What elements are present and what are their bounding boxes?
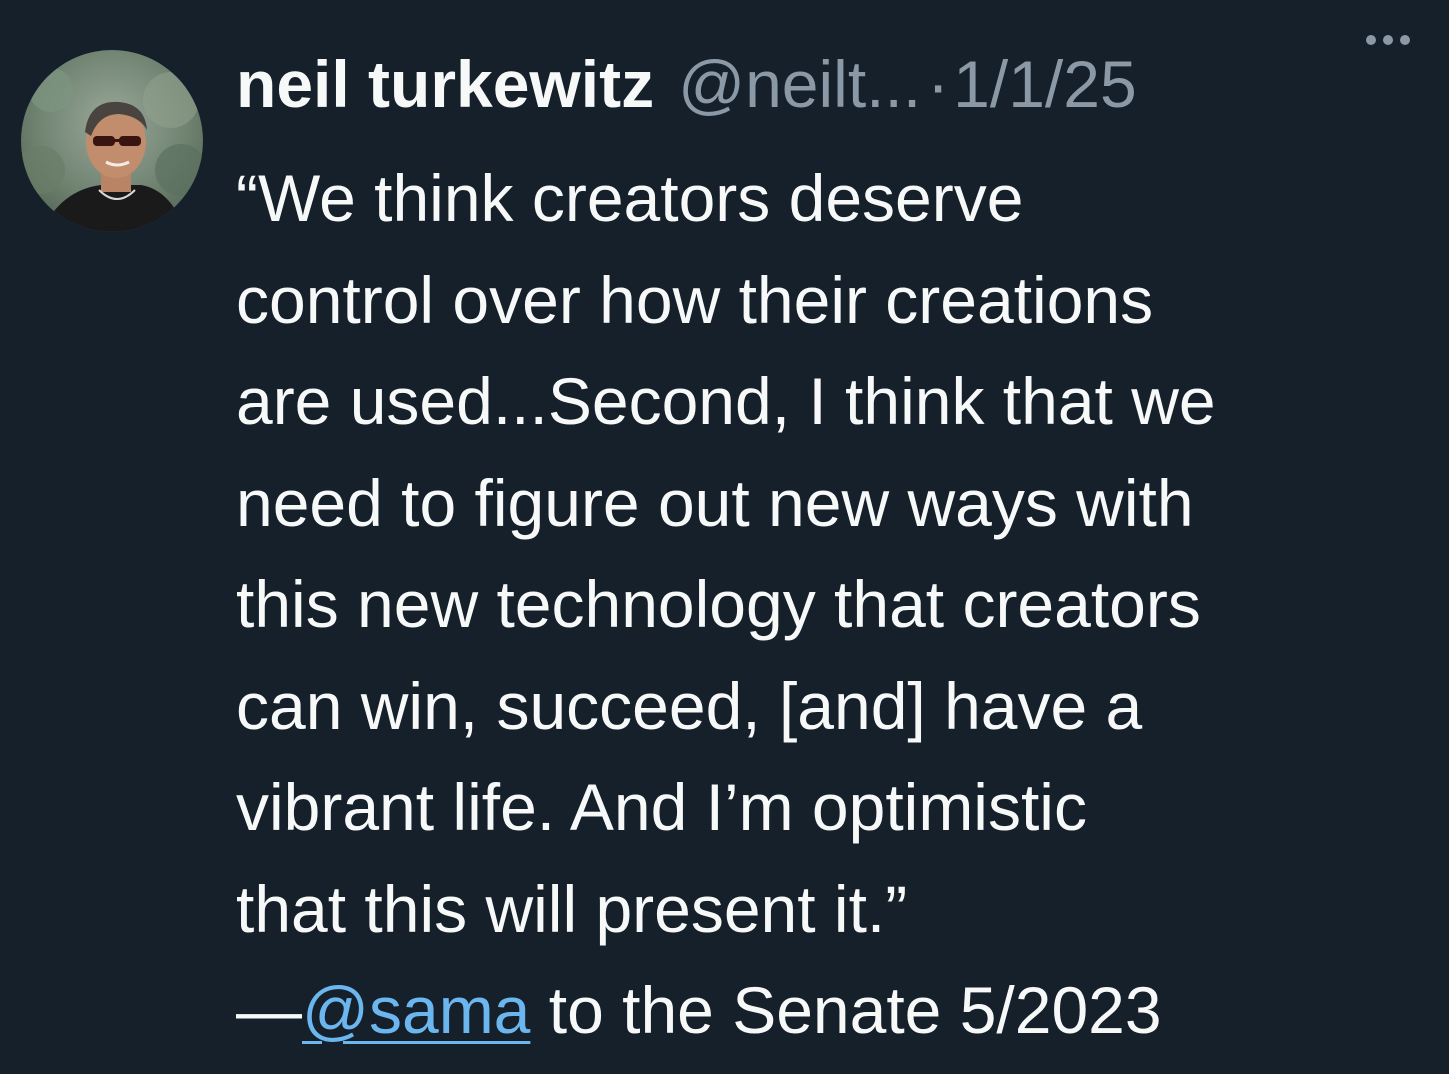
tweet-text-line: vibrant life. And I’m optimistic	[236, 770, 1087, 844]
tweet-text: “We think creators deserve control over …	[236, 148, 1436, 1062]
tweet-header: neil turkewitz @neilt... · 1/1/25	[236, 44, 1426, 124]
tweet-text-line: that this will present it.”	[236, 871, 908, 946]
author-avatar[interactable]	[21, 50, 203, 232]
profile-photo-icon	[21, 50, 203, 232]
attribution-dash: —	[236, 973, 302, 1047]
tweet-text-line: can win, succeed, [and] have a	[236, 668, 1143, 743]
tweet[interactable]: neil turkewitz @neilt... · 1/1/25 “We th…	[0, 0, 1449, 1074]
attribution-text: to the Senate 5/2023	[530, 973, 1162, 1047]
tweet-text-line: need to figure out new ways with	[236, 465, 1194, 540]
tweet-text-line: are used...Second, I think that we	[236, 364, 1216, 438]
tweet-text-line: control over how their creations	[236, 262, 1154, 337]
tweet-text-line: “We think creators deserve	[236, 161, 1024, 235]
header-separator: ·	[927, 47, 950, 121]
mention-link[interactable]: @sama	[302, 973, 530, 1047]
more-horizontal-icon	[1366, 35, 1410, 45]
attribution-line: —@sama to the Senate 5/2023	[236, 960, 1436, 1062]
more-options-button[interactable]	[1352, 8, 1424, 72]
author-display-name[interactable]: neil turkewitz	[236, 46, 654, 122]
tweet-timestamp[interactable]: 1/1/25	[953, 46, 1137, 122]
author-handle[interactable]: @neilt...	[678, 46, 921, 122]
tweet-text-line: this new technology that creators	[236, 567, 1201, 641]
